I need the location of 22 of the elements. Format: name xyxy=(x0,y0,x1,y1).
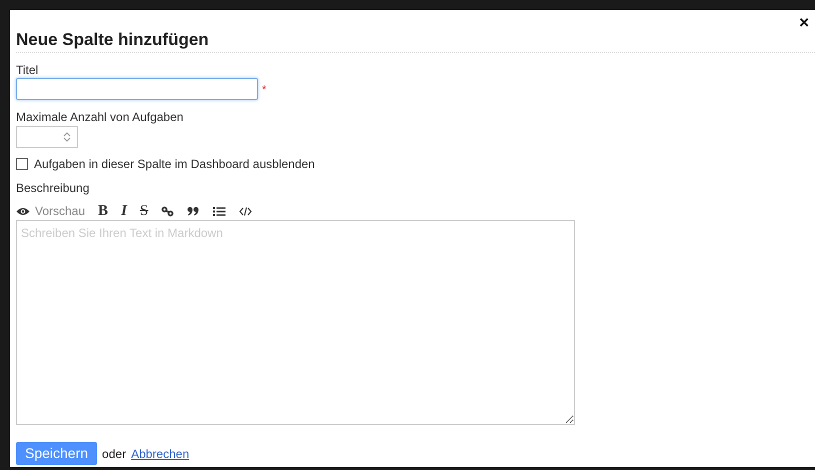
link-icon[interactable] xyxy=(161,206,174,216)
eye-icon xyxy=(16,206,30,216)
italic-button[interactable]: I xyxy=(121,204,127,218)
bold-button[interactable]: B xyxy=(98,204,108,218)
required-mark: * xyxy=(262,84,266,96)
number-field[interactable] xyxy=(16,126,78,148)
quote-icon[interactable] xyxy=(187,206,200,216)
separator-text: oder xyxy=(102,446,126,460)
code-icon[interactable] xyxy=(239,206,252,216)
checkbox[interactable] xyxy=(16,158,28,170)
spinner-icon[interactable] xyxy=(63,131,71,143)
close-button[interactable]: × xyxy=(793,14,815,31)
cancel-link[interactable]: Abbrechen xyxy=(131,446,190,460)
field-label: Beschreibung xyxy=(16,181,90,195)
strike-button[interactable]: S xyxy=(140,204,148,218)
field-label: Maximale Anzahl von Aufgaben xyxy=(16,110,184,124)
checkbox-label: Aufgaben in dieser Spalte im Dashboard ausblenden xyxy=(34,157,315,171)
field-label: Titel xyxy=(16,63,40,77)
preview-button[interactable]: Vorschau xyxy=(16,204,86,218)
dialog-title: Neue Spalte hinzufügen xyxy=(16,30,209,50)
list-icon[interactable] xyxy=(213,206,226,216)
title-field[interactable] xyxy=(16,78,258,100)
